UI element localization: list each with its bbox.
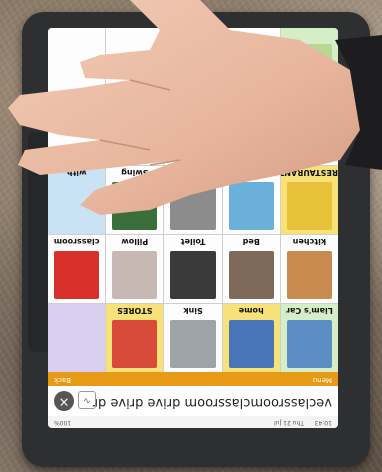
- cell-pillow[interactable]: Pillow: [106, 235, 164, 303]
- symbol-image: [286, 182, 332, 230]
- cell-label: Liam's Car: [286, 306, 333, 315]
- back-button[interactable]: Back: [54, 376, 71, 384]
- nav-bar: Menu Back: [48, 372, 338, 386]
- cell-restaurants[interactable]: RESTAURANTS: [280, 166, 338, 234]
- cell-label: with: [66, 168, 87, 177]
- symbol-image: [112, 251, 158, 299]
- cell-label: kitchen: [292, 237, 327, 246]
- cell-label: MORE PLACES: [59, 99, 94, 117]
- symbol-image: [286, 251, 332, 299]
- cell-pool[interactable]: Pool: [222, 97, 280, 165]
- symbol-image: [228, 113, 274, 161]
- cell-label: home: [238, 306, 264, 315]
- cell-hidden-4[interactable]: [280, 28, 338, 96]
- cell-stores[interactable]: STORES: [106, 304, 164, 372]
- cell-bed[interactable]: Bed: [222, 235, 280, 303]
- cell-sink[interactable]: Sink: [164, 304, 222, 372]
- cell-label: Toilet: [180, 237, 206, 246]
- cell-with[interactable]: with: [48, 166, 106, 234]
- cell-label: classroom: [53, 237, 100, 246]
- cell-hidden-7[interactable]: [106, 28, 164, 96]
- rotated-app: 10:43 Thu 21 Jul 100% veclassroomclassro…: [48, 28, 338, 428]
- cell-classroom[interactable]: classroom: [48, 235, 106, 303]
- close-icon[interactable]: ×: [54, 391, 74, 411]
- cell-hidden-5[interactable]: [222, 28, 280, 96]
- cell-label: STORES: [117, 306, 153, 315]
- status-date: Thu 21 Jul: [274, 419, 304, 426]
- cell-label: Bin: [185, 168, 201, 177]
- symbol-image: [170, 320, 216, 368]
- symbol-image: [112, 320, 158, 368]
- cell-label: Pool: [241, 99, 262, 108]
- cell-hidden-2[interactable]: [164, 97, 222, 165]
- cell-hidden-8[interactable]: [48, 28, 106, 96]
- cell-home[interactable]: home: [222, 304, 280, 372]
- cell-label: Bed: [242, 237, 260, 246]
- symbol-image: [286, 113, 332, 161]
- photo: 10:43 Thu 21 Jul 100% veclassroomclassro…: [0, 0, 382, 472]
- cell-toilet[interactable]: Toilet: [164, 235, 222, 303]
- symbol-image: [286, 44, 332, 92]
- cell-hidden-1[interactable]: [280, 97, 338, 165]
- status-bar: 10:43 Thu 21 Jul 100%: [48, 416, 338, 428]
- cell-bin[interactable]: Bin: [164, 166, 222, 234]
- symbol-image: [286, 320, 332, 368]
- symbol-grid: Liam's Car home Sink STORES kitchen Bed Toilet…: [48, 28, 338, 372]
- cell-beach[interactable]: Beach: [222, 166, 280, 234]
- cell-label: Sink: [183, 306, 203, 315]
- menu-button[interactable]: Menu: [313, 376, 332, 384]
- cell-label: Beach: [237, 168, 265, 177]
- status-battery: 100%: [54, 419, 72, 426]
- cell-hidden-6[interactable]: [164, 28, 222, 96]
- cell-hidden-3[interactable]: [106, 97, 164, 165]
- cell-label: Swing: [121, 168, 149, 177]
- message-text: veclassroomclassroom drive drive drive: [92, 395, 332, 410]
- message-bar[interactable]: veclassroomclassroom drive drive drive ∿…: [48, 385, 338, 416]
- cell-liams-car[interactable]: Liam's Car: [280, 304, 338, 372]
- symbol-image: [112, 182, 158, 230]
- cell-kitchen[interactable]: kitchen: [280, 235, 338, 303]
- symbol-image: [170, 251, 216, 299]
- tablet-screen: 10:43 Thu 21 Jul 100% veclassroomclassro…: [48, 28, 338, 428]
- symbol-image: [228, 182, 274, 230]
- cell-label: RESTAURANTS: [281, 168, 338, 177]
- symbol-image: [228, 320, 274, 368]
- symbol-image: [54, 251, 100, 299]
- status-time: 10:43: [314, 419, 332, 426]
- symbol-image: [170, 182, 216, 230]
- symbol-image: [228, 251, 274, 299]
- cell-empty-1[interactable]: [48, 304, 106, 372]
- cell-swing[interactable]: Swing: [106, 166, 164, 234]
- cell-more-places[interactable]: MORE PLACES: [48, 97, 106, 165]
- cell-label: Pillow: [121, 237, 149, 246]
- waveform-icon[interactable]: ∿: [78, 391, 96, 409]
